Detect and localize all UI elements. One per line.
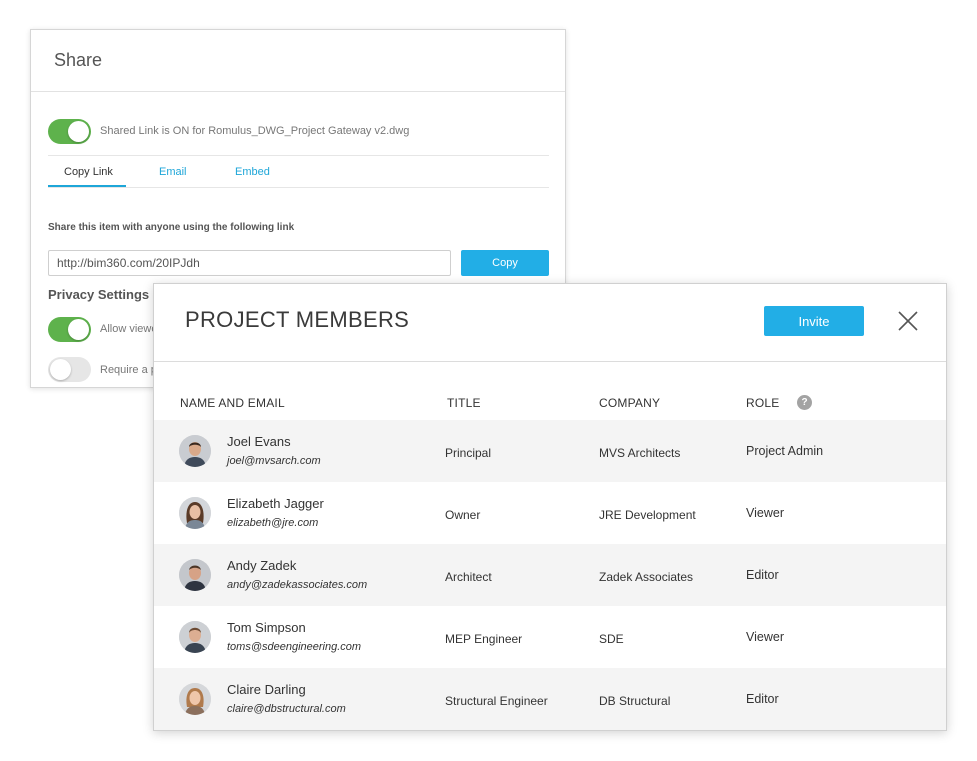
member-title: MEP Engineer bbox=[445, 632, 523, 646]
member-role[interactable]: Project Admin bbox=[746, 444, 823, 458]
person-avatar-icon bbox=[179, 559, 211, 591]
role-help-icon[interactable]: ? bbox=[797, 395, 812, 410]
member-company: MVS Architects bbox=[599, 446, 681, 460]
member-email: claire@dbstructural.com bbox=[227, 703, 346, 715]
avatar bbox=[179, 559, 211, 591]
copy-button[interactable]: Copy bbox=[461, 250, 549, 276]
member-email: toms@sdeengineering.com bbox=[227, 641, 362, 653]
share-instructions: Share this item with anyone using the fo… bbox=[48, 222, 295, 233]
tabs-divider-top bbox=[48, 155, 549, 156]
column-header-role[interactable]: ROLE bbox=[746, 396, 779, 410]
active-tab-indicator bbox=[48, 185, 126, 187]
toggle-knob bbox=[68, 319, 89, 340]
tabs-divider-bottom bbox=[48, 187, 549, 188]
member-company: DB Structural bbox=[599, 694, 671, 708]
members-header-divider bbox=[154, 361, 946, 362]
close-button[interactable] bbox=[896, 309, 920, 333]
allow-viewers-label: Allow viewe bbox=[100, 323, 158, 335]
project-members-title: PROJECT MEMBERS bbox=[185, 307, 410, 332]
member-title: Owner bbox=[445, 508, 481, 522]
member-email: joel@mvsarch.com bbox=[227, 455, 321, 467]
member-email: elizabeth@jre.com bbox=[227, 517, 319, 529]
require-password-label: Require a p bbox=[100, 364, 157, 376]
share-title: Share bbox=[54, 50, 103, 70]
toggle-knob bbox=[68, 121, 89, 142]
person-avatar-icon bbox=[179, 621, 211, 653]
table-row[interactable]: Claire Darling claire@dbstructural.com S… bbox=[154, 668, 946, 730]
member-company: Zadek Associates bbox=[599, 570, 694, 584]
tab-email[interactable]: Email bbox=[159, 166, 187, 178]
shared-link-toggle[interactable] bbox=[48, 119, 91, 144]
member-name: Claire Darling bbox=[227, 682, 306, 697]
member-name: Tom Simpson bbox=[227, 620, 306, 635]
member-company: SDE bbox=[599, 632, 624, 646]
member-title: Architect bbox=[445, 570, 492, 584]
share-header-divider bbox=[31, 91, 565, 92]
table-row[interactable]: Andy Zadek andy@zadekassociates.com Arch… bbox=[154, 544, 946, 606]
toggle-knob bbox=[50, 359, 71, 380]
table-row[interactable]: Joel Evans joel@mvsarch.com Principal MV… bbox=[154, 420, 946, 482]
privacy-settings-heading: Privacy Settings bbox=[48, 287, 150, 302]
column-header-title[interactable]: TITLE bbox=[447, 396, 481, 410]
member-role[interactable]: Editor bbox=[746, 568, 779, 582]
member-company: JRE Development bbox=[599, 508, 696, 522]
members-table: Joel Evans joel@mvsarch.com Principal MV… bbox=[154, 420, 946, 730]
member-name: Andy Zadek bbox=[227, 558, 297, 573]
member-title: Principal bbox=[445, 446, 492, 460]
column-header-company[interactable]: COMPANY bbox=[599, 396, 660, 410]
tab-copy-link[interactable]: Copy Link bbox=[64, 166, 113, 178]
person-avatar-icon bbox=[179, 435, 211, 467]
member-email: andy@zadekassociates.com bbox=[227, 579, 368, 591]
require-password-toggle[interactable] bbox=[48, 357, 91, 382]
avatar bbox=[179, 621, 211, 653]
member-name: Elizabeth Jagger bbox=[227, 496, 324, 511]
member-role[interactable]: Viewer bbox=[746, 506, 784, 520]
person-avatar-icon bbox=[179, 683, 211, 715]
member-name: Joel Evans bbox=[227, 434, 291, 449]
table-row[interactable]: Elizabeth Jagger elizabeth@jre.com Owner… bbox=[154, 482, 946, 544]
project-members-dialog: PROJECT MEMBERS Invite NAME AND EMAIL TI… bbox=[153, 283, 947, 731]
close-icon bbox=[898, 311, 918, 331]
member-title: Structural Engineer bbox=[445, 694, 548, 708]
allow-viewers-toggle[interactable] bbox=[48, 317, 91, 342]
avatar bbox=[179, 497, 211, 529]
avatar bbox=[179, 435, 211, 467]
column-header-name-email[interactable]: NAME AND EMAIL bbox=[180, 396, 285, 410]
member-role[interactable]: Editor bbox=[746, 692, 779, 706]
member-role[interactable]: Viewer bbox=[746, 630, 784, 644]
person-avatar-icon bbox=[179, 497, 211, 529]
shared-link-status: Shared Link is ON for Romulus_DWG_Projec… bbox=[100, 125, 410, 137]
share-link-input[interactable] bbox=[48, 250, 451, 276]
invite-button[interactable]: Invite bbox=[764, 306, 864, 336]
table-row[interactable]: Tom Simpson toms@sdeengineering.com MEP … bbox=[154, 606, 946, 668]
avatar bbox=[179, 683, 211, 715]
tab-embed[interactable]: Embed bbox=[235, 166, 270, 178]
